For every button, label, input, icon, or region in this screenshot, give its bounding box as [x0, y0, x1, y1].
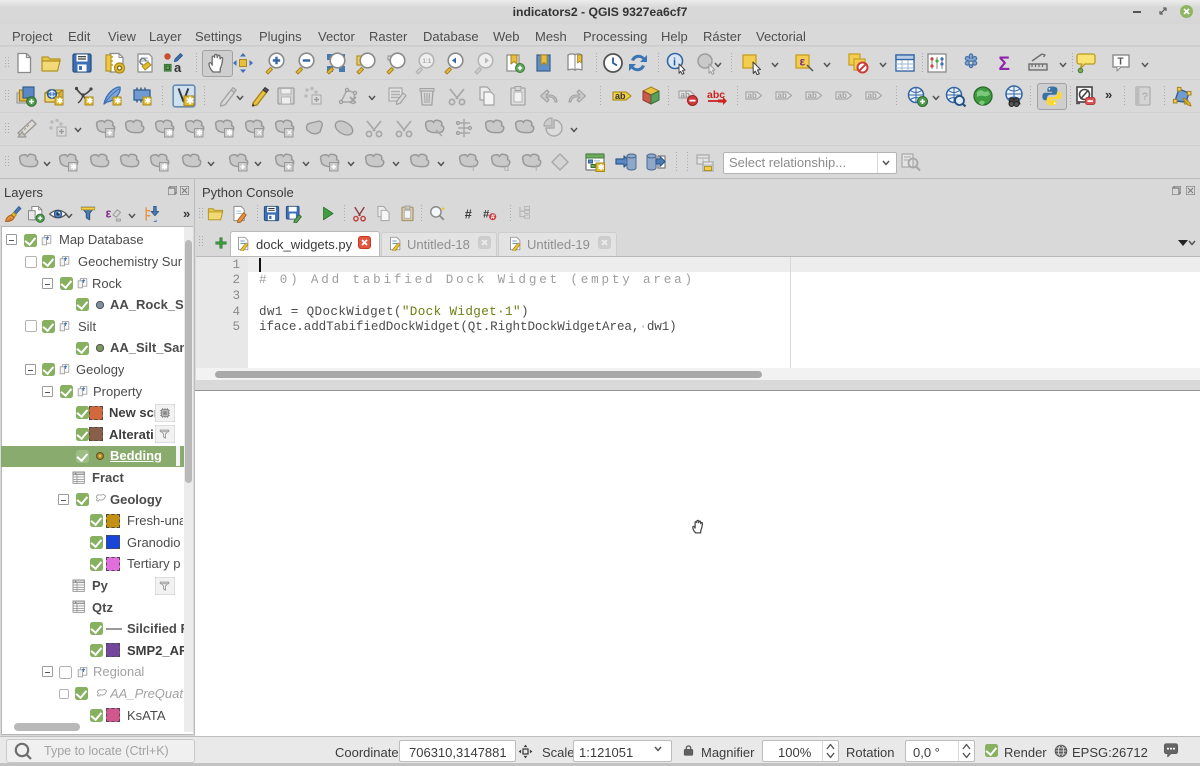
svg-text:d: d — [504, 163, 509, 173]
svg-text:#: # — [491, 213, 495, 221]
svg-text:✱: ✱ — [226, 129, 233, 138]
svg-text:×: × — [287, 127, 292, 137]
svg-text:ε: ε — [106, 206, 112, 220]
svg-text:a: a — [174, 60, 182, 75]
svg-text:✱: ✱ — [145, 97, 152, 106]
svg-text:✱: ✱ — [186, 96, 195, 107]
svg-text:✱: ✱ — [196, 129, 203, 138]
svg-text:#: # — [483, 208, 489, 220]
svg-text:✱: ✱ — [57, 97, 64, 106]
svg-text:×: × — [257, 127, 262, 137]
svg-text:✱: ✱ — [70, 163, 77, 172]
svg-text:✱: ✱ — [115, 97, 122, 106]
svg-text:ab: ab — [778, 91, 787, 100]
svg-text:?: ? — [1142, 91, 1149, 103]
svg-text:T: T — [1118, 57, 1124, 68]
svg-text:ab: ab — [838, 91, 847, 100]
svg-text:Σ: Σ — [999, 54, 1010, 75]
svg-text:✱: ✱ — [161, 163, 168, 172]
svg-text:✱: ✱ — [598, 163, 605, 172]
svg-text:ε: ε — [800, 55, 806, 69]
svg-text:✱: ✱ — [166, 129, 173, 138]
svg-text:ab: ab — [615, 91, 626, 101]
svg-text:ab: ab — [868, 91, 877, 100]
svg-text:ab: ab — [748, 91, 757, 100]
svg-text:i: i — [673, 57, 676, 69]
svg-text:✱: ✱ — [87, 97, 94, 106]
svg-text:#: # — [465, 207, 472, 221]
svg-text:abc: abc — [707, 89, 725, 101]
svg-text:ab: ab — [808, 91, 817, 100]
svg-text:1:1: 1:1 — [423, 59, 432, 65]
